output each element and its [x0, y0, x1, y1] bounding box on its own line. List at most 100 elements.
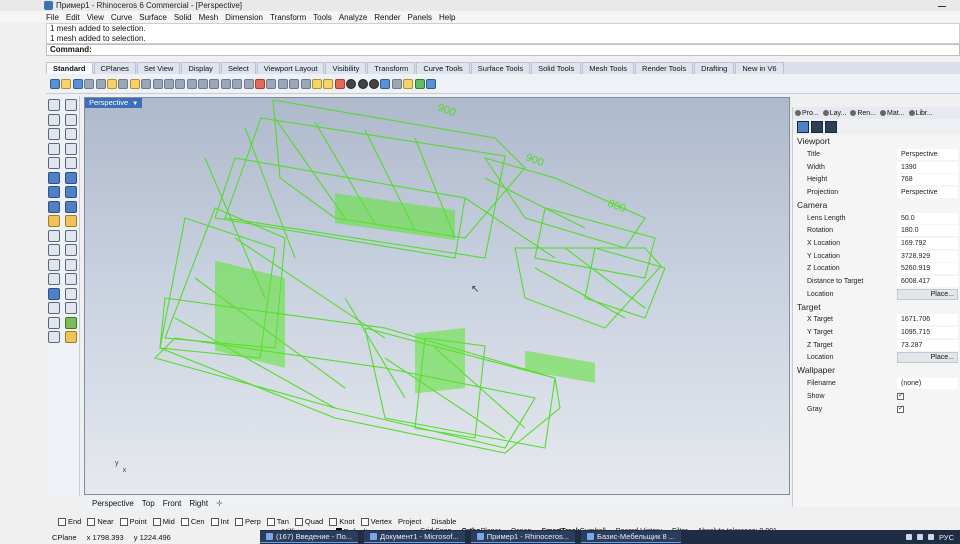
osnap-cen[interactable]: Cen: [180, 517, 205, 526]
menu-render[interactable]: Render: [374, 13, 400, 22]
dimension-icon[interactable]: [48, 302, 60, 314]
panel-tab-libraries[interactable]: Libr...: [908, 110, 933, 117]
menu-help[interactable]: Help: [439, 13, 455, 22]
osnap-knot[interactable]: Knot: [329, 517, 355, 526]
render-icon[interactable]: [380, 78, 391, 89]
osnap-mid[interactable]: Mid: [152, 517, 175, 526]
block-icon[interactable]: [48, 316, 60, 329]
tab-select[interactable]: Select: [220, 62, 256, 74]
analyze-icon[interactable]: [48, 331, 60, 343]
tab-set-view[interactable]: Set View: [136, 62, 181, 74]
osnap-checkbox[interactable]: [234, 517, 243, 526]
offset-curve-icon[interactable]: [48, 157, 60, 169]
osnap-tan[interactable]: Tan: [266, 517, 289, 526]
tab-new-in-v6[interactable]: New in V6: [735, 62, 784, 74]
prop-value[interactable]: 6008.417: [897, 276, 958, 288]
keyboard-language[interactable]: РУС: [939, 533, 954, 542]
prop-value[interactable]: (none): [897, 378, 958, 390]
fillet-icon[interactable]: [48, 244, 60, 256]
network-icon[interactable]: [916, 534, 923, 540]
osnap-perp[interactable]: Perp: [234, 517, 261, 526]
prop-value[interactable]: Perspective: [897, 186, 958, 198]
cut-icon[interactable]: [106, 78, 117, 89]
boolean-icon[interactable]: [65, 200, 77, 213]
menu-edit[interactable]: Edit: [66, 13, 80, 22]
osnap-checkbox[interactable]: [58, 517, 66, 526]
select-arrow-icon[interactable]: [48, 99, 60, 111]
panel-tab-materials[interactable]: Mat...: [880, 110, 905, 117]
undo-view-icon[interactable]: [232, 78, 243, 89]
prop-value[interactable]: 3728.929: [897, 250, 958, 262]
tab-display[interactable]: Display: [181, 62, 220, 74]
sphere-solid-icon[interactable]: [65, 186, 77, 198]
prop-value[interactable]: Perspective: [897, 148, 958, 160]
object-icon[interactable]: [825, 121, 837, 133]
prop-value[interactable]: 1390: [897, 161, 958, 173]
taskbar-item-bazis[interactable]: Базис-Мебельщик 8 ...: [581, 531, 681, 543]
wireframe-model[interactable]: 900 900 800: [85, 98, 790, 495]
tab-standard[interactable]: Standard: [46, 62, 93, 74]
save-icon[interactable]: [72, 78, 83, 89]
show-checkbox[interactable]: [897, 391, 904, 400]
menu-analyze[interactable]: Analyze: [339, 13, 367, 22]
new-file-icon[interactable]: [50, 78, 60, 89]
explode-icon[interactable]: [65, 229, 77, 242]
four-views-icon[interactable]: [243, 78, 254, 89]
osnap-checkbox[interactable]: [210, 517, 219, 526]
menu-panels[interactable]: Panels: [408, 13, 432, 22]
import-icon[interactable]: [95, 78, 106, 89]
rotate-view-icon[interactable]: [175, 78, 186, 89]
osnap-checkbox[interactable]: [329, 517, 338, 526]
copy-object-icon[interactable]: [277, 78, 288, 89]
minimize-icon[interactable]: [938, 6, 946, 7]
menu-transform[interactable]: Transform: [270, 13, 306, 22]
osnap-vertex[interactable]: Vertex: [360, 517, 392, 526]
zoom-extents-icon[interactable]: [209, 78, 220, 89]
section-viewport[interactable]: Viewport: [793, 135, 960, 148]
paste-icon[interactable]: [129, 78, 140, 89]
move-icon[interactable]: [266, 78, 277, 89]
camera-icon[interactable]: [797, 121, 809, 133]
prop-value[interactable]: 5260.919: [897, 263, 958, 275]
panel-tab-rendering[interactable]: Ren...: [850, 110, 876, 117]
prop-value[interactable]: 180.0: [897, 225, 958, 237]
tab-viewport-layout[interactable]: Viewport Layout: [256, 62, 325, 74]
osnap-point[interactable]: Point: [119, 517, 147, 526]
curve-icon[interactable]: [65, 113, 77, 126]
fillet-curve-icon[interactable]: [65, 157, 77, 169]
section-wallpaper[interactable]: Wallpaper: [793, 364, 960, 377]
polygon-icon[interactable]: [65, 142, 77, 155]
prop-value[interactable]: 768: [897, 174, 958, 186]
section-target[interactable]: Target: [793, 301, 960, 314]
vp-tab-front[interactable]: Front: [163, 499, 182, 508]
tab-curve-tools[interactable]: Curve Tools: [416, 62, 470, 74]
properties-icon[interactable]: [334, 78, 345, 89]
grid-icon[interactable]: [289, 78, 300, 89]
add-viewport-icon[interactable]: ✛: [216, 499, 223, 508]
prop-value[interactable]: 1671.706: [897, 314, 958, 326]
panel-tab-properties[interactable]: Pro...: [795, 110, 819, 117]
menu-surface[interactable]: Surface: [139, 13, 167, 22]
volume-icon[interactable]: [927, 534, 934, 540]
osnap-project[interactable]: Project: [398, 517, 421, 526]
osnap-checkbox[interactable]: [87, 517, 96, 526]
help-icon[interactable]: [425, 78, 436, 89]
join-icon[interactable]: [48, 229, 60, 242]
vp-tab-top[interactable]: Top: [142, 499, 155, 508]
taskbar-item-browser[interactable]: (167) Введение - По...: [260, 531, 359, 543]
menu-tools[interactable]: Tools: [313, 13, 332, 22]
tab-render-tools[interactable]: Render Tools: [635, 62, 694, 74]
tab-drafting[interactable]: Drafting: [694, 62, 735, 74]
menu-view[interactable]: View: [87, 13, 104, 22]
taskbar-item-word[interactable]: Документ1 - Microsof...: [364, 531, 465, 543]
tab-surface-tools[interactable]: Surface Tools: [470, 62, 531, 74]
osnap-checkbox[interactable]: [360, 517, 369, 526]
mesh-icon[interactable]: [48, 200, 60, 213]
prop-value[interactable]: 1095.715: [897, 327, 958, 339]
tools-icon[interactable]: [403, 78, 414, 89]
copy-icon[interactable]: [118, 78, 129, 89]
ghosted-sphere-icon[interactable]: [368, 78, 379, 89]
perspective-viewport[interactable]: Perspective ▼ 900 900 800 y x ↖: [84, 97, 790, 495]
osnap-near[interactable]: Near: [87, 517, 114, 526]
undo-icon[interactable]: [141, 78, 152, 89]
